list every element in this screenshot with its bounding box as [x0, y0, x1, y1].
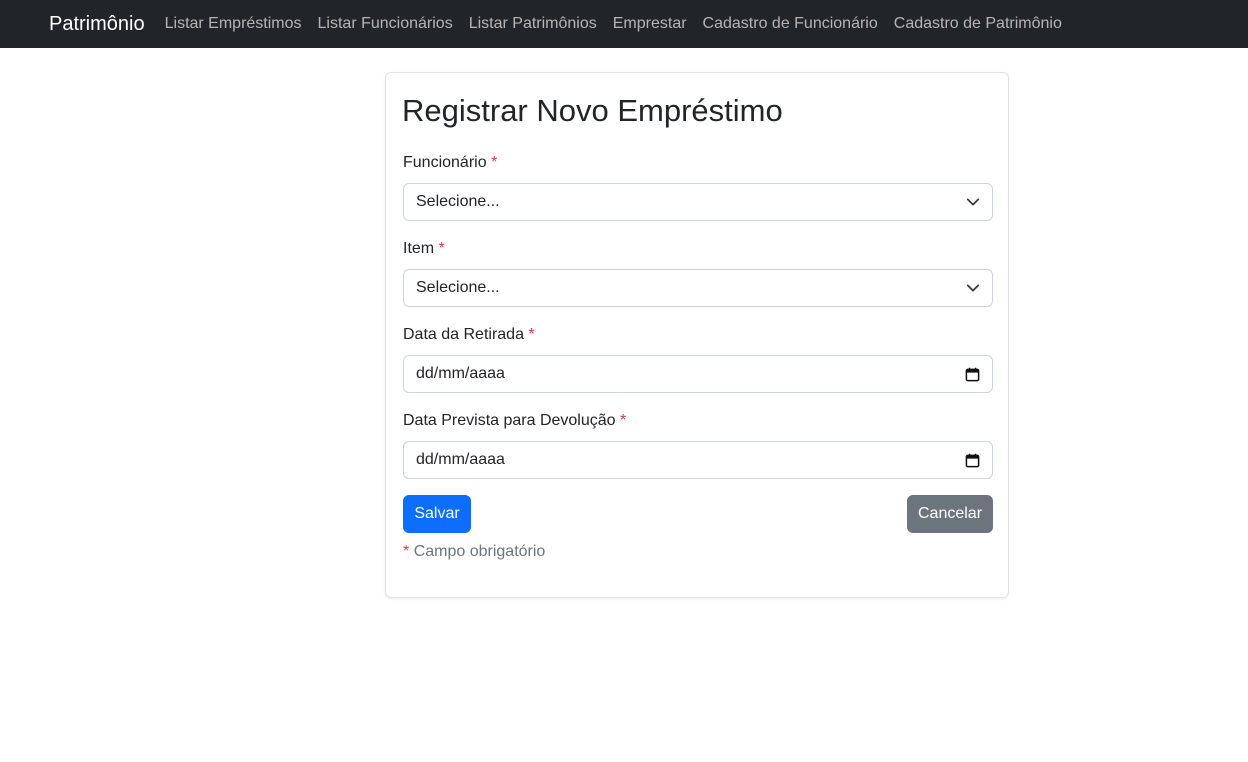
- data-retirada-value: dd/mm/aaaa: [416, 365, 505, 382]
- navbar-links: Listar Empréstimos Listar Funcionários L…: [157, 15, 1070, 33]
- loan-form-card: Registrar Novo Empréstimo Funcionário * …: [385, 72, 1009, 598]
- data-devolucao-label: Data Prevista para Devolução *: [403, 411, 993, 431]
- nav-link-cadastro-patrimonio[interactable]: Cadastro de Patrimônio: [886, 15, 1070, 33]
- funcionario-label: Funcionário *: [403, 153, 993, 173]
- item-select[interactable]: Selecione...: [403, 269, 993, 307]
- required-asterisk: *: [438, 240, 445, 257]
- data-retirada-label-text: Data da Retirada: [403, 326, 524, 343]
- funcionario-select[interactable]: Selecione...: [403, 183, 993, 221]
- calendar-icon[interactable]: [964, 452, 980, 468]
- cancel-button[interactable]: Cancelar: [907, 495, 993, 533]
- data-devolucao-label-text: Data Prevista para Devolução: [403, 412, 616, 429]
- nav-link-listar-patrimonios[interactable]: Listar Patrimônios: [461, 15, 605, 33]
- item-select-value: Selecione...: [416, 279, 500, 296]
- page-title: Registrar Novo Empréstimo: [402, 93, 783, 128]
- data-devolucao-date-input[interactable]: dd/mm/aaaa: [403, 441, 993, 479]
- field-group-data-retirada: Data da Retirada * dd/mm/aaaa: [403, 325, 993, 393]
- navbar-brand[interactable]: Patrimônio: [49, 13, 145, 36]
- chevron-down-icon: [966, 281, 980, 295]
- field-group-data-devolucao: Data Prevista para Devolução * dd/mm/aaa…: [403, 411, 993, 479]
- required-asterisk: *: [491, 154, 498, 171]
- data-retirada-date-input[interactable]: dd/mm/aaaa: [403, 355, 993, 393]
- nav-link-listar-emprestimos[interactable]: Listar Empréstimos: [157, 15, 310, 33]
- chevron-down-icon: [966, 195, 980, 209]
- required-field-note: * Campo obrigatório: [403, 543, 545, 561]
- save-button[interactable]: Salvar: [403, 495, 471, 533]
- data-devolucao-value: dd/mm/aaaa: [416, 451, 505, 468]
- data-retirada-label: Data da Retirada *: [403, 325, 993, 345]
- item-label-text: Item: [403, 240, 435, 257]
- calendar-icon[interactable]: [964, 366, 980, 382]
- nav-link-listar-funcionarios[interactable]: Listar Funcionários: [310, 15, 461, 33]
- funcionario-select-value: Selecione...: [416, 193, 500, 210]
- field-group-funcionario: Funcionário * Selecione...: [403, 153, 993, 221]
- required-asterisk: *: [528, 326, 535, 343]
- required-asterisk: *: [403, 543, 410, 560]
- nav-link-emprestar[interactable]: Emprestar: [605, 15, 695, 33]
- top-navbar: Patrimônio Listar Empréstimos Listar Fun…: [0, 0, 1248, 48]
- nav-link-cadastro-funcionario[interactable]: Cadastro de Funcionário: [695, 15, 886, 33]
- field-group-item: Item * Selecione...: [403, 239, 993, 307]
- funcionario-label-text: Funcionário: [403, 154, 487, 171]
- item-label: Item *: [403, 239, 993, 259]
- required-asterisk: *: [620, 412, 627, 429]
- required-field-note-text: Campo obrigatório: [413, 543, 546, 560]
